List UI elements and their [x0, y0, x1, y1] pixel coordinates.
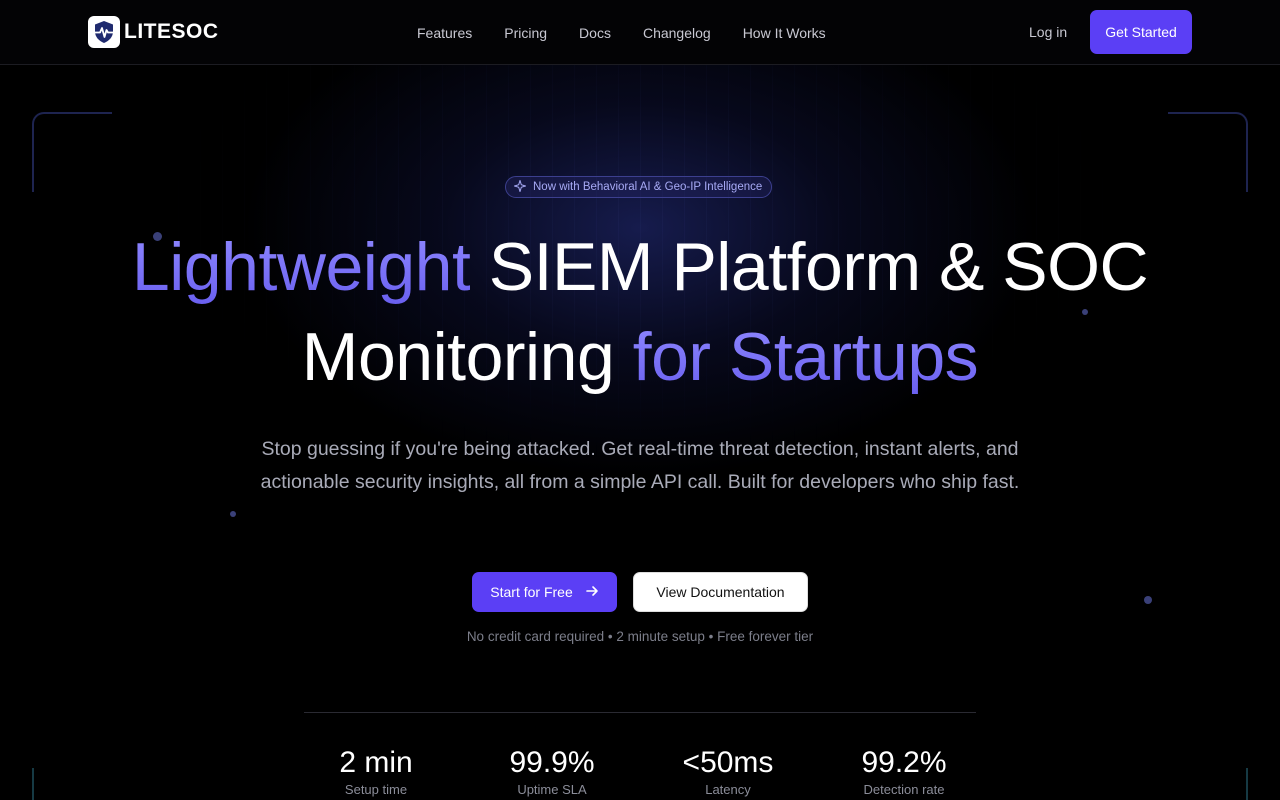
start-button-label: Start for Free [490, 584, 573, 600]
headline-highlight: for Startups [632, 319, 979, 395]
arrow-right-icon [585, 584, 599, 601]
sparkle-icon [512, 178, 528, 195]
stat-value: <50ms [682, 746, 774, 779]
shield-pulse-icon [88, 16, 120, 48]
hero-headline: Lightweight SIEM Platform & SOC Monitori… [0, 222, 1280, 402]
stat-value: 99.2% [861, 746, 947, 779]
stat-item: <50ms Latency [640, 745, 816, 797]
divider [304, 712, 976, 713]
decorative-dot [230, 511, 236, 517]
site-header: LITESOC Features Pricing Docs Changelog … [0, 0, 1280, 65]
stat-value: 2 min [339, 746, 413, 779]
frame-corner-top-left [32, 112, 112, 192]
frame-edge-bottom-left [32, 768, 34, 800]
login-link[interactable]: Log in [1029, 24, 1067, 40]
view-documentation-button[interactable]: View Documentation [633, 572, 808, 612]
stat-label: Detection rate [863, 782, 945, 797]
stat-label: Setup time [344, 782, 408, 797]
headline-highlight: Lightweight [131, 229, 471, 305]
hero-subtitle: Stop guessing if you're being attacked. … [260, 438, 1020, 493]
nav-item-changelog[interactable]: Changelog [627, 22, 727, 44]
stat-item: 99.9% Uptime SLA [464, 745, 640, 797]
headline-text: SIEM Platform & SOC [470, 229, 1149, 305]
nav-item-how-it-works[interactable]: How It Works [727, 22, 842, 44]
frame-corner-top-right [1168, 112, 1248, 192]
stat-label: Latency [705, 782, 751, 797]
frame-edge-bottom-right [1246, 768, 1248, 800]
badge-text: Now with Behavioral AI & Geo-IP Intellig… [533, 181, 763, 193]
stat-item: 2 min Setup time [288, 745, 464, 797]
headline-text: Monitoring [301, 319, 633, 395]
stat-label: Uptime SLA [517, 782, 587, 797]
get-started-button[interactable]: Get Started [1090, 10, 1192, 54]
main-nav: Features Pricing Docs Changelog How It W… [401, 22, 842, 44]
decorative-dot [1144, 596, 1152, 604]
hero-note: No credit card required • 2 minute setup… [466, 629, 814, 644]
start-for-free-button[interactable]: Start for Free [472, 572, 617, 612]
announcement-badge[interactable]: Now with Behavioral AI & Geo-IP Intellig… [505, 176, 773, 198]
brand-logo[interactable]: LITESOC [88, 16, 219, 48]
brand-name: LITESOC [124, 20, 219, 43]
stats-row: 2 min Setup time 99.9% Uptime SLA <50ms … [288, 745, 992, 797]
stat-item: 99.2% Detection rate [816, 745, 992, 797]
stat-value: 99.9% [509, 746, 595, 779]
nav-item-pricing[interactable]: Pricing [488, 22, 563, 44]
nav-item-docs[interactable]: Docs [563, 22, 627, 44]
nav-item-features[interactable]: Features [401, 22, 488, 44]
